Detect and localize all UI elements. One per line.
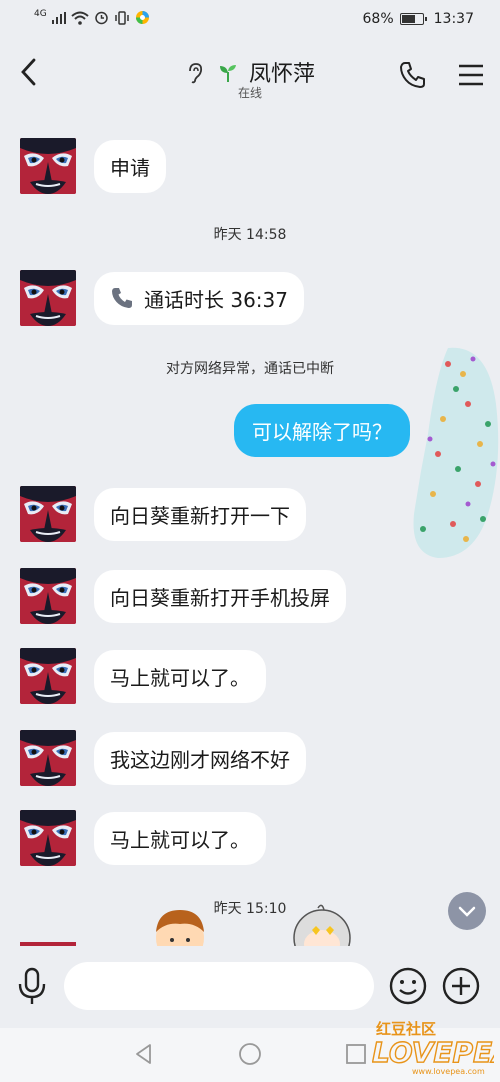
cartoon-boy-sticker <box>156 910 204 946</box>
sent-message-bubble[interactable]: 可以解除了吗？ <box>234 404 410 457</box>
message-bubble[interactable]: 马上就可以了。 <box>94 649 266 703</box>
alarm-icon <box>94 11 108 25</box>
call-record-bubble[interactable]: 通话时长 36:37 <box>94 271 304 325</box>
phone-call-icon[interactable] <box>398 60 428 90</box>
message-input[interactable] <box>64 962 374 1010</box>
nav-recents-icon[interactable] <box>344 1042 368 1066</box>
message-bubble[interactable]: 向日葵重新打开一下 <box>94 487 306 541</box>
opera-mask-icon <box>20 270 76 326</box>
avatar[interactable] <box>20 810 76 866</box>
avatar[interactable] <box>20 568 76 624</box>
chat-messages[interactable]: 申请 昨天 14:58 通话时长 36:37 对方网络异常，通话已中断 可以解除… <box>0 108 500 946</box>
phone-icon <box>112 288 132 308</box>
message-row: 向日葵重新打开一下 <box>20 486 306 542</box>
svg-text:www.lovepea.com: www.lovepea.com <box>412 1067 485 1076</box>
nav-back-icon[interactable] <box>132 1042 156 1066</box>
avatar[interactable] <box>20 730 76 786</box>
status-bar: 4G 68% 13:37 <box>0 0 500 40</box>
avatar[interactable] <box>20 138 76 194</box>
opera-mask-icon <box>20 648 76 704</box>
opera-mask-icon <box>20 730 76 786</box>
message-row: 向日葵重新打开手机投屏 <box>20 568 346 624</box>
scroll-to-bottom-button[interactable] <box>448 892 486 930</box>
message-bubble[interactable]: 申请 <box>94 139 166 193</box>
nav-home-icon[interactable] <box>238 1042 262 1066</box>
opera-mask-icon <box>20 810 76 866</box>
site-watermark-logo: 红豆社区 LOVEPEA www.lovepea.com <box>372 1020 494 1076</box>
opera-mask-icon <box>20 568 76 624</box>
timestamp: 昨天 14:58 <box>213 227 287 243</box>
message-bubble[interactable]: 马上就可以了。 <box>94 811 266 865</box>
sender-avatar-decoration[interactable] <box>408 344 500 560</box>
emoji-icon[interactable] <box>388 966 428 1006</box>
message-row: 申请 <box>20 138 166 194</box>
message-bubble[interactable]: 我这边刚才网络不好 <box>94 731 306 785</box>
avatar[interactable] <box>20 270 76 326</box>
opera-mask-icon <box>20 138 76 194</box>
message-row: 马上就可以了。 <box>20 810 266 866</box>
chat-header: 凤怀萍 在线 <box>0 40 500 108</box>
battery-percent: 68% <box>362 11 394 27</box>
message-row: 通话时长 36:37 <box>20 270 304 326</box>
svg-text:LOVEPEA: LOVEPEA <box>372 1036 494 1069</box>
call-duration-text: 通话时长 36:37 <box>144 287 288 312</box>
sprout-icon <box>219 65 236 82</box>
menu-icon[interactable] <box>456 60 486 90</box>
timestamp: 昨天 15:10 <box>213 901 287 917</box>
opera-mask-icon <box>20 486 76 542</box>
avatar[interactable] <box>20 486 76 542</box>
clock: 13:37 <box>433 11 474 27</box>
wifi-icon <box>71 11 89 25</box>
message-row: 马上就可以了。 <box>20 648 266 704</box>
chevron-down-icon <box>458 906 476 917</box>
vibrate-icon <box>114 10 129 25</box>
avatar[interactable] <box>20 648 76 704</box>
app-notification-icon <box>135 11 149 24</box>
signal-icon <box>51 11 66 24</box>
network-label: 4G <box>34 8 47 19</box>
add-icon[interactable] <box>441 966 481 1006</box>
message-bubble[interactable]: 向日葵重新打开手机投屏 <box>94 569 346 623</box>
ear-icon <box>189 63 203 84</box>
cartoon-girl-sticker <box>293 904 351 946</box>
message-row: 我这边刚才网络不好 <box>20 730 306 786</box>
battery-icon <box>399 13 427 25</box>
microphone-icon[interactable] <box>12 966 52 1006</box>
